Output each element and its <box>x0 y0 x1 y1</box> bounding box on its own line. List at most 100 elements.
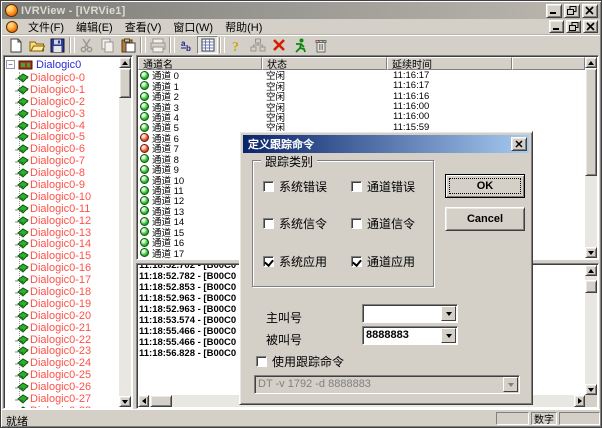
scroll-right-button[interactable] <box>574 395 585 407</box>
tree-item[interactable]: Dialogic0-20 <box>6 310 118 322</box>
tree-item[interactable]: Dialogic0-27 <box>6 393 118 405</box>
column-header-status[interactable]: 状态 <box>262 57 387 70</box>
dialog-close-button[interactable] <box>511 137 527 151</box>
close-button[interactable] <box>582 4 598 18</box>
menu-item[interactable]: 文件(F) <box>22 18 70 36</box>
open-file-button[interactable] <box>26 36 47 54</box>
trace-checkbox-row[interactable]: 系统信令 <box>263 217 351 231</box>
trace-checkbox-row[interactable]: 通道信令 <box>351 217 429 231</box>
tree-item[interactable]: Dialogic0-9 <box>6 179 118 191</box>
clear-trash-button[interactable] <box>310 36 331 54</box>
tree-item[interactable]: Dialogic0-6 <box>6 143 118 155</box>
scroll-down-button[interactable] <box>119 396 131 407</box>
tree-item[interactable]: Dialogic0-28 <box>6 405 118 408</box>
tree-item[interactable]: Dialogic0-17 <box>6 274 118 286</box>
trace-checkbox-row[interactable]: 通道错误 <box>351 179 429 193</box>
paste-button[interactable] <box>118 36 139 54</box>
ok-button[interactable]: OK <box>445 174 525 198</box>
menu-item[interactable]: 窗口(W) <box>167 18 219 36</box>
minimize-button[interactable] <box>546 4 562 18</box>
tree-root-item[interactable]: − Dialogic0 <box>6 58 132 71</box>
help-button[interactable]: ? <box>226 36 247 54</box>
tree-item[interactable]: Dialogic0-14 <box>6 238 118 250</box>
collapse-icon[interactable]: − <box>6 60 15 69</box>
checkbox[interactable] <box>263 181 274 192</box>
run-start-button[interactable] <box>289 36 310 54</box>
tree-item[interactable]: Dialogic0-4 <box>6 120 118 132</box>
dropdown-arrow-icon[interactable] <box>441 328 456 343</box>
use-trace-command-row[interactable]: 使用跟踪命令 <box>256 353 344 370</box>
mdi-child-icon[interactable] <box>6 21 18 33</box>
copy-button[interactable] <box>97 36 118 54</box>
scroll-thumb[interactable] <box>585 280 597 293</box>
tree-item[interactable]: Dialogic0-15 <box>6 250 118 262</box>
tree-item[interactable]: Dialogic0-26 <box>6 381 118 393</box>
scroll-down-button[interactable] <box>585 247 597 258</box>
red-x-icon <box>272 38 286 52</box>
tree-item[interactable]: Dialogic0-7 <box>6 155 118 167</box>
trace-checkbox-row[interactable]: 系统应用 <box>263 254 351 268</box>
channel-tree-button[interactable] <box>247 36 268 54</box>
save-button[interactable] <box>47 36 68 54</box>
column-header-duration[interactable]: 延续时间 <box>387 57 512 70</box>
checkbox[interactable] <box>351 218 362 229</box>
tree-item[interactable]: Dialogic0-2 <box>6 96 118 108</box>
checkbox[interactable] <box>263 218 274 229</box>
tree-item[interactable]: Dialogic0-1 <box>6 84 118 96</box>
column-header-name[interactable]: 通道名 <box>138 57 262 70</box>
tree-item[interactable]: Dialogic0-18 <box>6 286 118 298</box>
mdi-minimize-button[interactable] <box>549 20 564 33</box>
callee-number-combobox[interactable]: 8888883 <box>362 326 458 345</box>
checkbox[interactable] <box>263 256 274 267</box>
channel-chip-icon <box>15 192 29 202</box>
new-file-icon <box>8 38 23 53</box>
mdi-close-button[interactable] <box>583 20 598 33</box>
checkbox[interactable] <box>351 256 362 267</box>
mdi-restore-button[interactable] <box>566 20 581 33</box>
cancel-button[interactable]: Cancel <box>445 207 525 231</box>
print-button[interactable] <box>147 36 168 54</box>
scroll-up-button[interactable] <box>585 57 597 68</box>
menu-item[interactable]: 查看(V) <box>119 18 168 36</box>
checkbox[interactable] <box>351 181 362 192</box>
scroll-thumb[interactable] <box>150 395 172 407</box>
restore-button[interactable] <box>564 4 580 18</box>
trace-checkbox-row[interactable]: 通道应用 <box>351 254 429 268</box>
stop-delete-button[interactable] <box>268 36 289 54</box>
tree-item[interactable]: Dialogic0-13 <box>6 227 118 239</box>
grid-view-button[interactable] <box>197 36 218 54</box>
paste-clipboard-icon <box>121 38 136 53</box>
scroll-thumb[interactable] <box>585 68 597 176</box>
caller-number-combobox[interactable] <box>362 304 458 323</box>
scroll-up-button[interactable] <box>119 57 131 68</box>
tree-item[interactable]: Dialogic0-3 <box>6 108 118 120</box>
tree-item[interactable]: Dialogic0-21 <box>6 322 118 334</box>
menu-item[interactable]: 编辑(E) <box>70 18 119 36</box>
tree-item[interactable]: Dialogic0-12 <box>6 215 118 227</box>
tree-item[interactable]: Dialogic0-11 <box>6 203 118 215</box>
tree-item[interactable]: Dialogic0-19 <box>6 298 118 310</box>
status-pane-scroll <box>559 412 600 425</box>
tree-item[interactable]: Dialogic0-5 <box>6 131 118 143</box>
svg-text:?: ? <box>232 40 239 53</box>
scroll-thumb[interactable] <box>119 68 131 98</box>
scroll-down-button[interactable] <box>585 384 597 395</box>
dropdown-arrow-icon[interactable] <box>441 306 456 321</box>
new-file-button[interactable] <box>5 36 26 54</box>
scroll-left-button[interactable] <box>138 395 149 407</box>
tree-item[interactable]: Dialogic0-25 <box>6 369 118 381</box>
tree-item[interactable]: Dialogic0-16 <box>6 262 118 274</box>
use-trace-command-checkbox[interactable] <box>256 356 267 367</box>
cut-button[interactable] <box>76 36 97 54</box>
tree-item[interactable]: Dialogic0-0 <box>6 72 118 84</box>
cut-scissors-icon <box>79 38 94 53</box>
tree-item[interactable]: Dialogic0-10 <box>6 191 118 203</box>
channel-label-button[interactable]: ab <box>176 36 197 54</box>
scroll-up-button[interactable] <box>585 265 597 276</box>
tree-item[interactable]: Dialogic0-23 <box>6 345 118 357</box>
menu-item[interactable]: 帮助(H) <box>219 18 268 36</box>
tree-item[interactable]: Dialogic0-8 <box>6 167 118 179</box>
trace-checkbox-row[interactable]: 系统错误 <box>263 179 351 193</box>
tree-item[interactable]: Dialogic0-24 <box>6 357 118 369</box>
tree-item[interactable]: Dialogic0-22 <box>6 334 118 346</box>
